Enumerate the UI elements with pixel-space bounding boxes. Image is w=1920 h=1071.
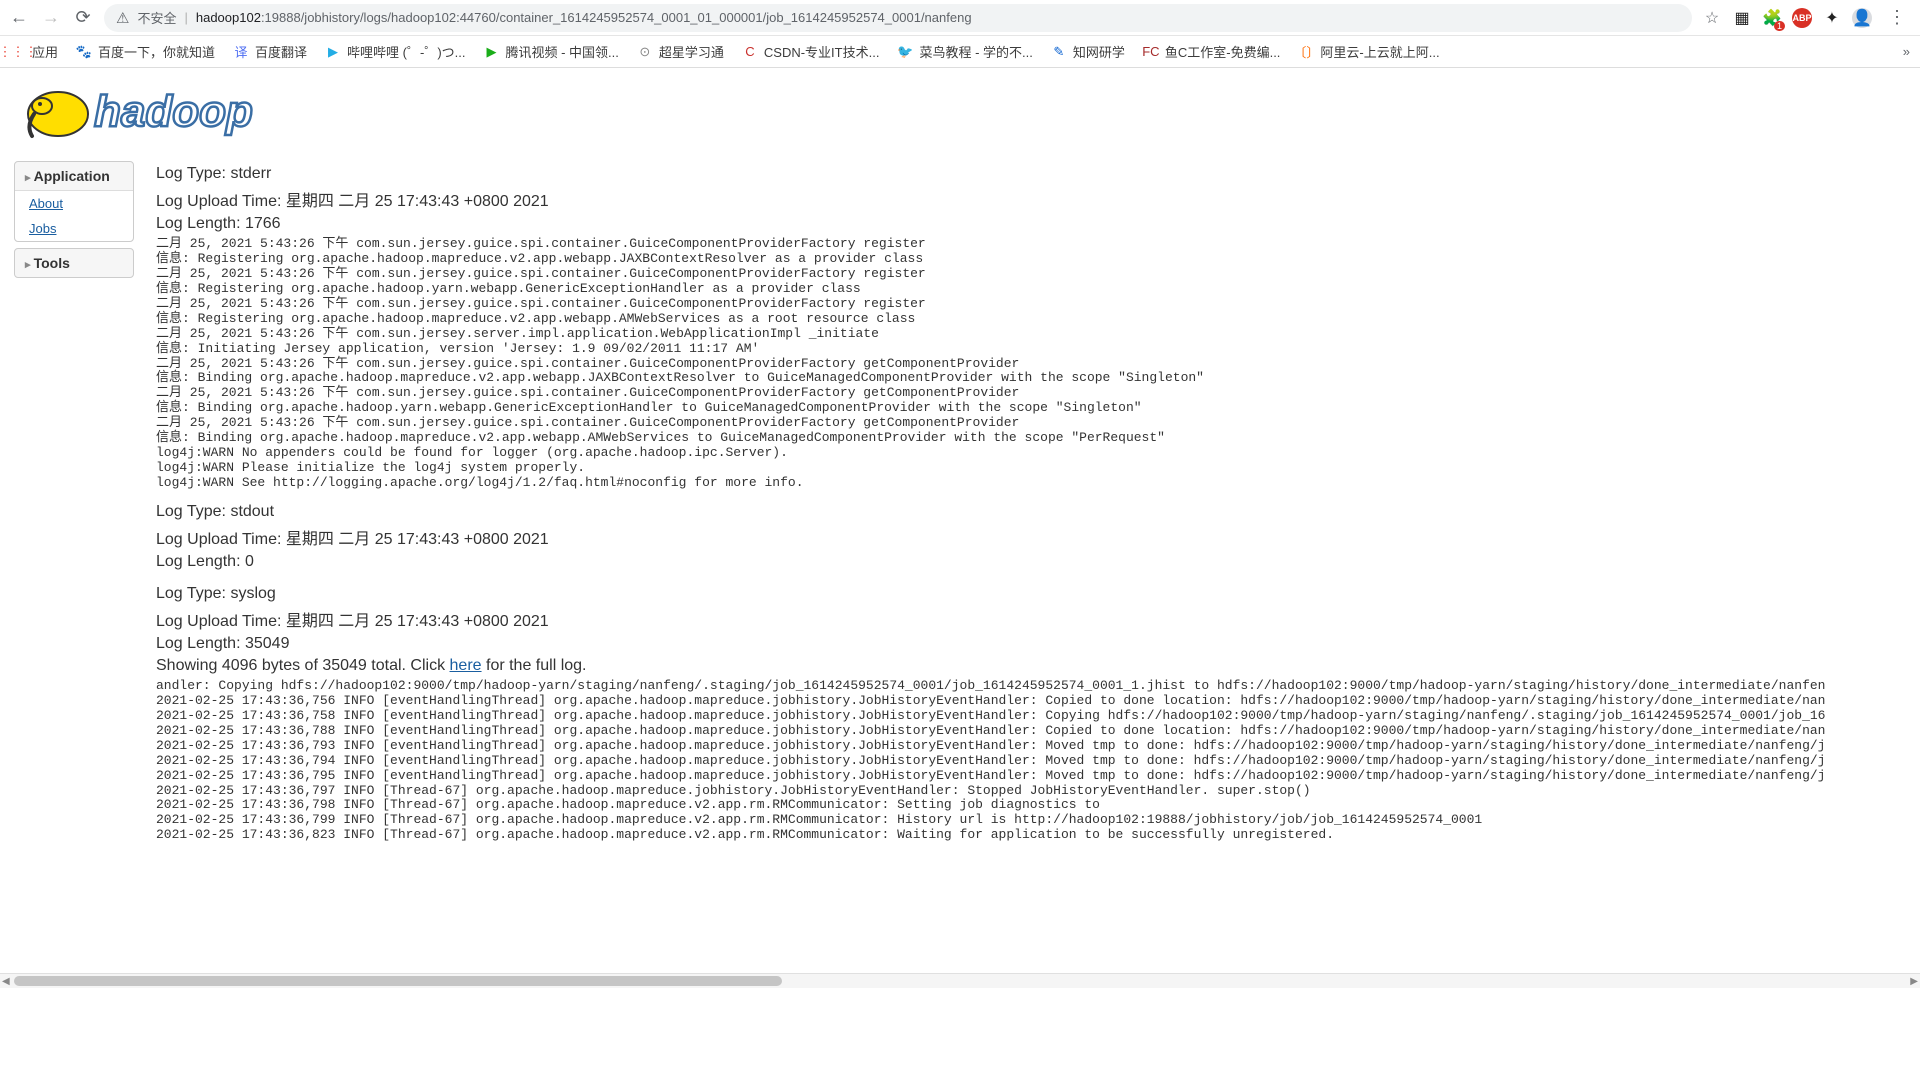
url-text: hadoop102:19888/jobhistory/logs/hadoop10… (196, 10, 972, 25)
bookmark-item-1[interactable]: 译百度翻译 (233, 42, 307, 61)
stderr-uploadtime: Log Upload Time: 星期四 二月 25 17:43:43 +080… (156, 187, 1914, 211)
syslog-summary: Showing 4096 bytes of 35049 total. Click… (156, 657, 1914, 675)
bookmark-item-5[interactable]: C CSDN-专业IT技术... (742, 42, 880, 61)
extension-icon[interactable]: ▦ (1732, 8, 1752, 28)
bookmark-icon: 🐦 (897, 44, 913, 60)
bookmark-label: 腾讯视频 - 中国领... (505, 42, 618, 61)
sidebar-link-about[interactable]: About (15, 191, 133, 216)
address-bar[interactable]: ⚠ 不安全 | hadoop102:19888/jobhistory/logs/… (104, 4, 1692, 32)
bookmark-label: 百度一下，你就知道 (98, 42, 215, 61)
sidebar-tools-section: Tools (14, 248, 134, 278)
bookmark-item-2[interactable]: ▶ 哔哩哔哩 (゜-゜)つ... (325, 42, 465, 61)
bookmark-label: 菜鸟教程 - 学的不... (919, 42, 1032, 61)
elephant-icon (28, 92, 88, 136)
back-button[interactable]: ← (8, 7, 30, 29)
profile-icon[interactable]: 👤 (1852, 8, 1872, 28)
stderr-logtype: Log Type: stderr (156, 165, 1914, 183)
syslog-uploadtime: Log Upload Time: 星期四 二月 25 17:43:43 +080… (156, 607, 1914, 631)
bookmark-label: 百度翻译 (255, 42, 307, 61)
browser-menu-button[interactable]: ⋮ (1882, 7, 1912, 28)
stdout-logtype: Log Type: stdout (156, 503, 1914, 521)
bookmark-icon: FC (1143, 44, 1159, 60)
stdout-uploadtime: Log Upload Time: 星期四 二月 25 17:43:43 +080… (156, 525, 1914, 549)
apps-button[interactable]: ⋮⋮⋮ 应用 (10, 42, 58, 61)
puzzle-icon[interactable]: ✦ (1822, 8, 1842, 28)
bookmark-icon: 🐾 (76, 44, 92, 60)
hadoop-logo-text: hadoop (94, 87, 253, 136)
stderr-body: 二月 25, 2021 5:43:26 下午 com.sun.jersey.gu… (156, 237, 1914, 491)
sidebar-application-header[interactable]: Application (15, 162, 133, 191)
bookmark-item-4[interactable]: ⊙ 超星学习通 (637, 42, 724, 61)
bookmark-item-8[interactable]: FC 鱼C工作室-免费编... (1143, 42, 1281, 61)
scrollbar-thumb[interactable] (14, 976, 782, 986)
bookmark-icon: ⊙ (637, 44, 653, 60)
forward-button[interactable]: → (40, 7, 62, 29)
bookmark-label: CSDN-专业IT技术... (764, 42, 880, 61)
syslog-body: andler: Copying hdfs://hadoop102:9000/tm… (156, 679, 1914, 843)
reload-button[interactable]: ⟳ (72, 7, 94, 29)
bookmark-item-7[interactable]: ✎ 知网研学 (1051, 42, 1125, 61)
sidebar: Application About Jobs Tools (0, 151, 150, 1071)
horizontal-scrollbar[interactable]: ◀ ▶ (0, 973, 1920, 988)
bookmark-icon: ✎ (1051, 44, 1067, 60)
not-secure-label: 不安全 (137, 8, 176, 27)
browser-toolbar: ← → ⟳ ⚠ 不安全 | hadoop102:19888/jobhistory… (0, 0, 1920, 36)
bookmarks-bar: ⋮⋮⋮ 应用 🐾百度一下，你就知道译百度翻译▶哔哩哔哩 (゜-゜)つ...▶腾讯… (0, 36, 1920, 68)
bookmark-item-3[interactable]: ▶ 腾讯视频 - 中国领... (483, 42, 618, 61)
bookmarks-overflow-icon[interactable]: » (1903, 44, 1910, 59)
bookmark-label: 哔哩哔哩 (゜-゜)つ... (347, 42, 465, 61)
bookmark-icon: ▶ (483, 44, 499, 60)
sidebar-link-jobs[interactable]: Jobs (15, 216, 133, 241)
stderr-loglength: Log Length: 1766 (156, 215, 1914, 233)
not-secure-icon: ⚠ (116, 9, 129, 27)
bookmark-star-icon[interactable]: ☆ (1702, 8, 1722, 28)
sidebar-application-section: Application About Jobs (14, 161, 134, 242)
page-body: Application About Jobs Tools Log Type: s… (0, 151, 1920, 1071)
syslog-full-log-link[interactable]: here (450, 657, 482, 674)
log-content: Log Type: stderr Log Upload Time: 星期四 二月… (150, 151, 1920, 1071)
bookmark-icon: 〔〕 (1298, 44, 1314, 60)
extension-icon-2[interactable]: 🧩 (1762, 8, 1782, 28)
apps-grid-icon: ⋮⋮⋮ (10, 44, 26, 60)
bookmark-item-9[interactable]: 〔〕阿里云-上云就上阿... (1298, 42, 1439, 61)
bookmark-icon: 译 (233, 44, 249, 60)
apps-label: 应用 (32, 42, 58, 61)
bookmark-label: 阿里云-上云就上阿... (1320, 42, 1439, 61)
bookmark-icon: ▶ (325, 44, 341, 60)
bookmark-item-6[interactable]: 🐦 菜鸟教程 - 学的不... (897, 42, 1032, 61)
syslog-logtype: Log Type: syslog (156, 585, 1914, 603)
separator: | (184, 10, 187, 25)
scroll-left-arrow[interactable]: ◀ (2, 976, 10, 987)
syslog-loglength: Log Length: 35049 (156, 635, 1914, 653)
bookmark-label: 鱼C工作室-免费编... (1165, 42, 1281, 61)
bookmark-label: 超星学习通 (659, 42, 724, 61)
stdout-loglength: Log Length: 0 (156, 553, 1914, 571)
bookmark-item-0[interactable]: 🐾 百度一下，你就知道 (76, 42, 215, 61)
scroll-right-arrow[interactable]: ▶ (1910, 976, 1918, 987)
hadoop-logo: hadoop (0, 68, 1920, 151)
sidebar-tools-header[interactable]: Tools (15, 249, 133, 277)
bookmark-label: 知网研学 (1073, 42, 1125, 61)
bookmark-icon: C (742, 44, 758, 60)
adblock-icon[interactable]: ABP (1792, 8, 1812, 28)
